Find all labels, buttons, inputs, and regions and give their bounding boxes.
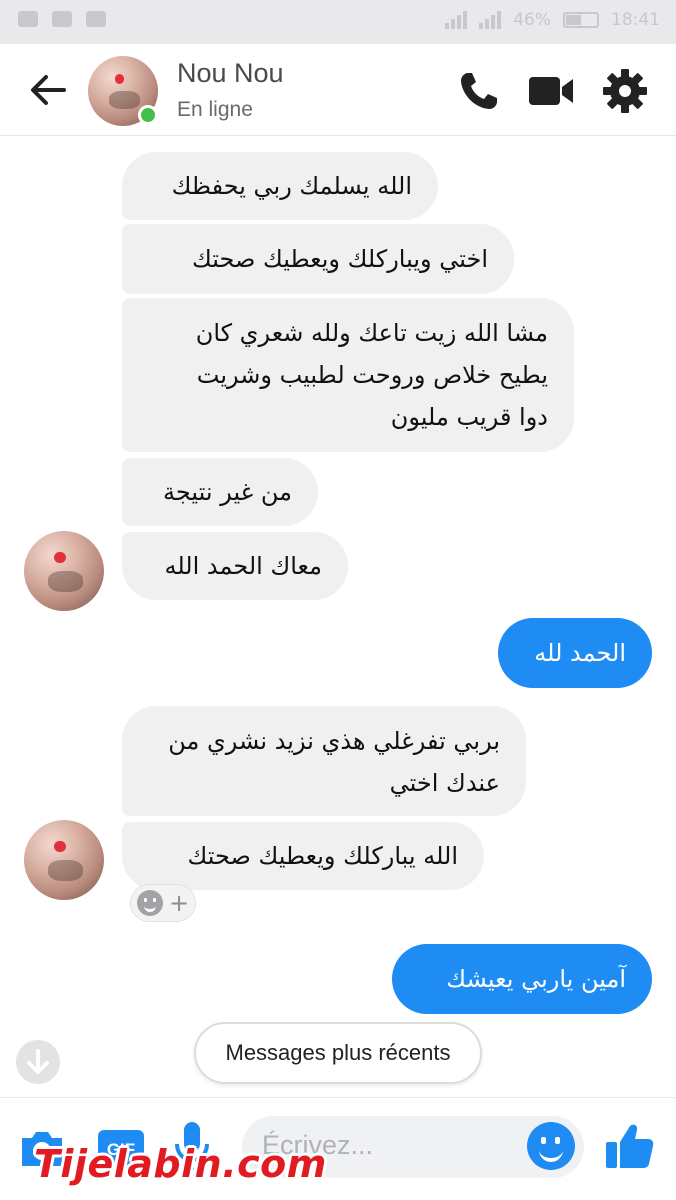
incoming-message[interactable]: معاك الحمد الله: [122, 532, 348, 600]
message-text: دوا قريب مليون: [390, 403, 548, 431]
message-text: آمين ياربي يعيشك: [446, 965, 626, 993]
add-reaction-button[interactable]: +: [130, 884, 196, 922]
incoming-message[interactable]: مشا الله زيت تاعك ولله شعري كان يطيح خلا…: [122, 298, 574, 452]
message-text: مشا الله زيت تاعك ولله شعري كان: [195, 319, 548, 347]
plus-icon: +: [168, 889, 190, 917]
gear-icon[interactable]: [602, 68, 648, 114]
contact-name[interactable]: Nou Nou: [177, 58, 284, 89]
scroll-down-icon[interactable]: [16, 1040, 60, 1084]
emoji-icon[interactable]: [527, 1122, 575, 1170]
incoming-message[interactable]: الله يسلمك ربي يحفظك: [122, 152, 438, 220]
message-text: بربي تفرغلي هذي نزيد نشري من: [168, 727, 500, 755]
notification-icons: [18, 11, 106, 27]
contact-avatar[interactable]: [24, 531, 104, 611]
watermark-logo: Tijelabin.com: [34, 1142, 327, 1186]
battery-icon: [563, 12, 599, 28]
message-text: عندك اختي: [389, 769, 500, 797]
message-text: من غير نتيجة: [163, 478, 292, 506]
signal-icon: [479, 11, 502, 29]
status-bar: 46% 18:41: [0, 0, 676, 44]
incoming-message[interactable]: بربي تفرغلي هذي نزيد نشري من عندك اختي: [122, 706, 526, 816]
message-text: الحمد لله: [534, 639, 626, 667]
outgoing-message[interactable]: الحمد لله: [498, 618, 652, 688]
message-text: اختي ويباركلك ويعطيك صحتك: [192, 245, 488, 273]
message-text: معاك الحمد الله: [164, 552, 322, 580]
thumbs-up-icon[interactable]: [604, 1120, 656, 1172]
incoming-message[interactable]: اختي ويباركلك ويعطيك صحتك: [122, 224, 514, 294]
video-camera-icon[interactable]: [528, 68, 574, 114]
notification-icon: [86, 11, 106, 27]
contact-avatar[interactable]: [24, 820, 104, 900]
emoji-icon: [136, 890, 163, 916]
clock: 18:41: [611, 10, 660, 30]
contact-status: En ligne: [177, 98, 253, 121]
newer-messages-button[interactable]: Messages plus récents: [194, 1022, 482, 1084]
notification-icon: [52, 11, 72, 27]
message-text: يطيح خلاص وروحت لطبيب وشريت: [196, 361, 548, 389]
outgoing-message[interactable]: آمين ياربي يعيشك: [392, 944, 652, 1014]
signal-icon: [445, 11, 468, 29]
incoming-message[interactable]: من غير نتيجة: [122, 458, 318, 526]
incoming-message[interactable]: الله يباركلك ويعطيك صحتك: [122, 822, 484, 890]
phone-icon[interactable]: [456, 68, 502, 114]
message-text: الله يباركلك ويعطيك صحتك: [187, 842, 458, 870]
battery-percent: 46%: [513, 10, 551, 30]
conversation-header: Nou Nou En ligne: [0, 44, 676, 136]
notification-icon: [18, 11, 38, 27]
back-arrow-icon[interactable]: [26, 68, 70, 112]
online-indicator: [138, 105, 158, 125]
message-text: الله يسلمك ربي يحفظك: [171, 172, 412, 200]
